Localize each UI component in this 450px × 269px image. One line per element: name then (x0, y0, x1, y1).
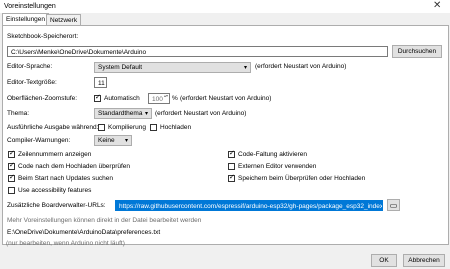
settings-panel: Sketchbook-Speicherort: C:\Users\Menke\O… (2, 25, 449, 245)
boards-url-label: Zusätzliche Boardverwalter-URLs: (7, 202, 106, 209)
more-prefs-note: Mehr Voreinstellungen können direkt in d… (7, 217, 202, 224)
window-icon: ▭ (389, 201, 398, 210)
warnings-label: Compiler-Warnungen: (7, 137, 71, 144)
ok-button[interactable]: OK (371, 254, 397, 267)
accessibility-label: Use accessibility features (18, 187, 92, 194)
verify-upload-label: Code nach dem Hochladen überprüfen (18, 163, 131, 170)
close-icon[interactable]: ✕ (433, 0, 441, 12)
zoom-label: Oberflächen-Zoomstufe: (7, 95, 78, 102)
spinner-arrows-icon[interactable]: ▴▾ (164, 93, 168, 98)
warnings-value: Keine (98, 137, 115, 144)
window-title: Voreinstellungen (4, 3, 56, 10)
code-folding-label: Code-Faltung aktivieren (238, 151, 308, 158)
check-icon: ✓ (9, 174, 15, 181)
theme-select[interactable]: Standardthema ▾ (94, 108, 152, 119)
verbose-compile-checkbox[interactable] (98, 124, 105, 131)
check-icon: ✓ (9, 162, 15, 169)
verbose-upload-label: Hochladen (160, 124, 192, 131)
verbose-label: Ausführliche Ausgabe während: (7, 124, 99, 131)
accessibility-checkbox[interactable] (8, 187, 15, 194)
zoom-auto-checkbox[interactable]: ✓ (94, 94, 101, 102)
check-icon: ✓ (229, 150, 235, 157)
prefs-path[interactable]: E:\OneDrive\Dokumente\ArduinoData\prefer… (7, 229, 160, 236)
verbose-compile-label: Kompilierung (108, 124, 146, 131)
font-size-field[interactable]: 11 (94, 77, 107, 88)
zoom-value: 100 (152, 96, 163, 103)
check-icon: ✓ (9, 150, 15, 157)
boards-url-window-button[interactable]: ▭ (387, 199, 400, 211)
theme-label: Thema: (7, 110, 30, 117)
title-bar: Voreinstellungen ✕ (0, 0, 450, 13)
line-numbers-label: Zeilennummern anzeigen (18, 151, 92, 158)
warnings-select[interactable]: Keine ▾ (94, 135, 132, 146)
line-numbers-checkbox[interactable]: ✓ (8, 150, 15, 158)
zoom-unit: % (172, 95, 178, 102)
external-editor-label: Externen Editor verwenden (238, 163, 317, 170)
verify-upload-checkbox[interactable]: ✓ (8, 162, 15, 170)
zoom-restart-note: (erfordert Neustart von Arduino) (180, 95, 272, 102)
code-folding-checkbox[interactable]: ✓ (228, 150, 235, 158)
sketchbook-label: Sketchbook-Speicherort: (7, 33, 79, 40)
chevron-down-icon: ▾ (124, 138, 128, 144)
save-on-verify-checkbox[interactable]: ✓ (228, 174, 235, 182)
boards-url-field[interactable]: https://raw.githubusercontent.com/espres… (115, 200, 383, 211)
font-size-label: Editor-Textgröße: (7, 79, 57, 86)
browse-button[interactable]: Durchsuchen (392, 45, 442, 58)
sketchbook-path-field[interactable]: C:\Users\Menke\OneDrive\Dokumente\Arduin… (7, 46, 388, 57)
zoom-auto-label: Automatisch (104, 95, 140, 102)
check-icon: ✓ (95, 94, 101, 101)
chevron-down-icon: ▾ (144, 111, 148, 117)
language-value: System Default (98, 64, 143, 71)
verbose-upload-checkbox[interactable] (150, 124, 157, 131)
check-updates-checkbox[interactable]: ✓ (8, 174, 15, 182)
language-label: Editor-Sprache: (7, 63, 53, 70)
theme-restart-note: (erfordert Neustart von Arduino) (155, 110, 247, 117)
check-icon: ✓ (229, 174, 235, 181)
edit-note: (nur bearbeiten, wenn Arduino nicht läuf… (6, 240, 125, 247)
chevron-down-icon: ▾ (243, 65, 247, 71)
language-restart-note: (erfordert Neustart von Arduino) (255, 63, 347, 70)
save-on-verify-label: Speichern beim Überprüfen oder Hochladen (238, 175, 366, 182)
cancel-button[interactable]: Abbrechen (403, 254, 445, 267)
external-editor-checkbox[interactable] (228, 163, 235, 170)
theme-value: Standardthema (98, 110, 143, 117)
language-select[interactable]: System Default ▾ (94, 62, 251, 73)
check-updates-label: Beim Start nach Updates suchen (18, 175, 114, 182)
